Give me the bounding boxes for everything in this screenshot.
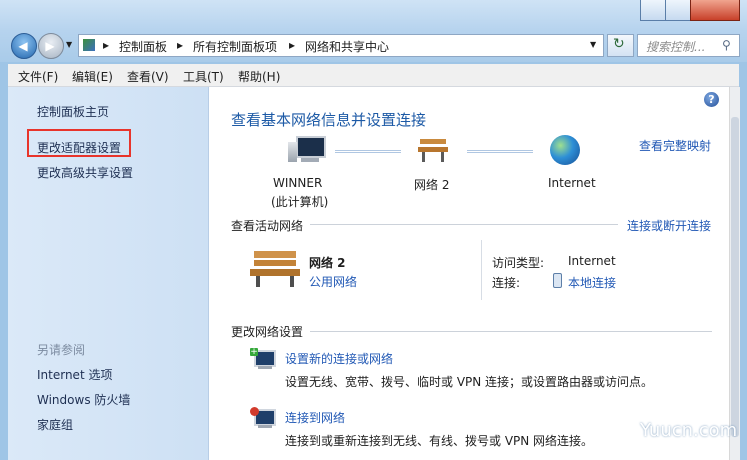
setup-connection-link[interactable]: 设置新的连接或网络 bbox=[285, 350, 393, 367]
bench-large-icon bbox=[250, 249, 300, 287]
menu-tools[interactable]: 工具(T) bbox=[183, 68, 224, 85]
connect-network-link[interactable]: 连接到网络 bbox=[285, 409, 345, 426]
sidebar-item-homegroup[interactable]: 家庭组 bbox=[37, 416, 73, 433]
bench-icon bbox=[418, 137, 448, 163]
connect-network-desc: 连接到或重新连接到无线、有线、拨号或 VPN 网络连接。 bbox=[285, 434, 594, 448]
refresh-button[interactable]: ↻ bbox=[607, 34, 634, 57]
change-settings-heading: 更改网络设置 bbox=[231, 325, 304, 339]
active-network-name: 网络 2 bbox=[309, 256, 346, 270]
search-icon: ⚲ bbox=[722, 38, 731, 52]
back-button[interactable]: ◀ bbox=[11, 33, 37, 59]
divider bbox=[310, 331, 712, 332]
sidebar-item-sharing[interactable]: 更改高级共享设置 bbox=[37, 164, 133, 181]
maximize-button[interactable] bbox=[665, 0, 691, 21]
menu-help[interactable]: 帮助(H) bbox=[238, 68, 280, 85]
access-type-label: 访问类型: bbox=[492, 256, 545, 270]
highlight-box bbox=[27, 129, 131, 157]
connect-disconnect-link[interactable]: 连接或断开连接 bbox=[627, 217, 711, 234]
forward-button[interactable]: ▶ bbox=[38, 33, 64, 59]
close-button[interactable] bbox=[690, 0, 740, 21]
arrow-left-icon: ◀ bbox=[18, 39, 28, 53]
sidebar-item-home[interactable]: 控制面板主页 bbox=[37, 103, 109, 120]
access-type-value: Internet bbox=[568, 254, 616, 268]
local-connection-link[interactable]: 本地连接 bbox=[568, 274, 616, 291]
breadcrumb-network-center[interactable]: 网络和共享中心 bbox=[305, 38, 389, 55]
history-dropdown[interactable]: ▼ bbox=[66, 40, 72, 49]
new-connection-icon: + bbox=[250, 348, 276, 370]
map-link-1 bbox=[335, 150, 401, 153]
menu-edit[interactable]: 编辑(E) bbox=[72, 68, 113, 85]
computer-icon bbox=[288, 136, 326, 164]
full-map-link[interactable]: 查看完整映射 bbox=[639, 137, 711, 154]
arrow-right-icon: ▶ bbox=[45, 39, 55, 53]
search-input[interactable]: 搜索控制... bbox=[646, 38, 705, 55]
refresh-icon: ↻ bbox=[613, 36, 625, 52]
map-network-label: 网络 2 bbox=[414, 178, 450, 192]
sidebar-item-firewall[interactable]: Windows 防火墙 bbox=[37, 391, 130, 408]
globe-icon bbox=[550, 135, 580, 165]
address-bar[interactable]: ▸ 控制面板 ▸ 所有控制面板项 ▸ 网络和共享中心 ▼ bbox=[78, 34, 604, 57]
computer-name: WINNER bbox=[273, 176, 323, 190]
help-icon[interactable]: ? bbox=[704, 92, 719, 107]
control-panel-icon bbox=[83, 39, 95, 51]
page-title: 查看基本网络信息并设置连接 bbox=[231, 111, 427, 129]
divider bbox=[310, 224, 618, 225]
menu-view[interactable]: 查看(V) bbox=[127, 68, 169, 85]
breadcrumb-all-items[interactable]: 所有控制面板项 bbox=[193, 38, 277, 55]
ethernet-icon bbox=[553, 273, 562, 288]
watermark: Yuucn.com bbox=[640, 420, 738, 441]
menu-file[interactable]: 文件(F) bbox=[18, 68, 58, 85]
scrollbar-thumb[interactable] bbox=[731, 117, 739, 437]
computer-subtitle: (此计算机) bbox=[271, 195, 329, 209]
address-dropdown-icon[interactable]: ▼ bbox=[590, 40, 596, 49]
map-link-2 bbox=[467, 150, 533, 153]
breadcrumb-control-panel[interactable]: 控制面板 bbox=[119, 38, 167, 55]
divider-vertical bbox=[481, 240, 482, 300]
network-type-link[interactable]: 公用网络 bbox=[309, 273, 357, 290]
active-networks-heading: 查看活动网络 bbox=[231, 219, 304, 233]
map-internet-label: Internet bbox=[548, 176, 596, 190]
connect-network-icon bbox=[250, 407, 276, 429]
see-also-heading: 另请参阅 bbox=[37, 343, 86, 357]
scrollbar[interactable] bbox=[729, 87, 740, 460]
sidebar-item-internet-options[interactable]: Internet 选项 bbox=[37, 366, 112, 383]
setup-connection-desc: 设置无线、宽带、拨号、临时或 VPN 连接；或设置路由器或访问点。 bbox=[285, 375, 654, 389]
menu-bar: 文件(F) 编辑(E) 查看(V) 工具(T) 帮助(H) bbox=[8, 64, 739, 87]
connections-label: 连接: bbox=[492, 276, 521, 290]
minimize-button[interactable] bbox=[640, 0, 666, 21]
search-box[interactable]: 搜索控制... ⚲ bbox=[637, 34, 740, 57]
